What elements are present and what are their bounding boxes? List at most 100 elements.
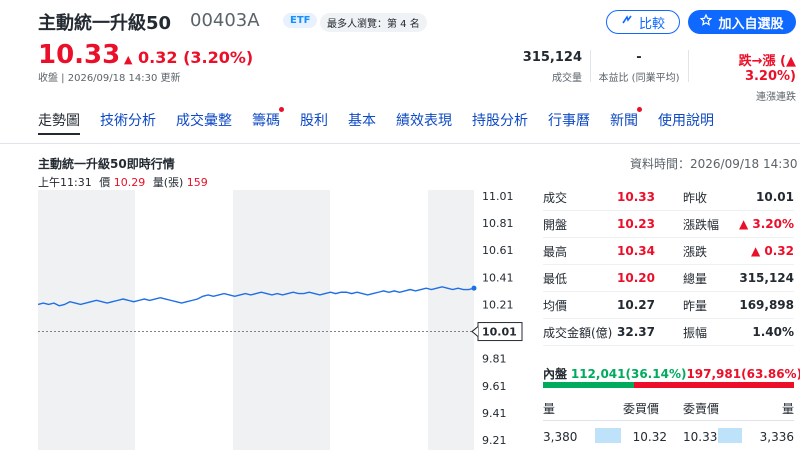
inner-value: 112,041(36.14%) xyxy=(570,367,687,381)
stat-label: 本益比 (同業平均) xyxy=(598,73,680,84)
reference-label: 10.01 xyxy=(482,326,517,339)
outer-value: 197,981(63.86%) xyxy=(686,367,800,381)
add-watchlist-button[interactable]: 加入自選股 xyxy=(688,10,796,34)
tab-6[interactable]: 績效表現 xyxy=(396,110,452,130)
quote-value: 10.20 xyxy=(617,271,655,285)
quote-label: 開盤 xyxy=(543,217,568,232)
star-icon xyxy=(700,13,713,30)
stock-name: 主動統一升級50 xyxy=(38,13,172,34)
y-tick-label: 11.01 xyxy=(482,190,514,203)
quote-value: ▲ 0.32 xyxy=(750,244,794,258)
current-price: 10.33 xyxy=(38,40,121,70)
divider xyxy=(688,50,689,82)
quote-value: 169,898 xyxy=(739,298,794,312)
time-band xyxy=(428,190,474,450)
add-watchlist-label: 加入自選股 xyxy=(718,16,784,32)
quote-value: 32.37 xyxy=(617,325,655,339)
compare-label: 比較 xyxy=(638,16,665,32)
quote-label: 最低 xyxy=(543,271,568,286)
ask-price-header: 委賣價 xyxy=(683,402,720,416)
quote-table: 成交 10.33 昨收 10.01 開盤 10.23 漲跌幅 ▲ 3.20% 最高 10.34 漲跌… xyxy=(543,184,794,346)
tab-7[interactable]: 持股分析 xyxy=(472,110,528,130)
time-band xyxy=(38,190,135,450)
quote-label: 總量 xyxy=(683,271,708,286)
quote-value: 10.01 xyxy=(756,190,794,204)
stat-pe: - 本益比 (同業平均) xyxy=(594,50,684,84)
inner-bar xyxy=(543,382,634,388)
y-tick-label: 9.21 xyxy=(482,434,507,447)
rank-badge: 最多人瀏覽：第 4 名 xyxy=(320,13,427,32)
quote-value: 10.34 xyxy=(617,244,655,258)
up-triangle-icon: ▲ xyxy=(124,53,133,66)
hover-info: 上午11:31 價 10.29 量(張) 159 xyxy=(38,174,208,190)
stat-value: 315,124 xyxy=(522,50,582,65)
bidask-summary: 內盤 112,041(36.14%) 197,981(63.86%) 外盤 xyxy=(543,365,800,382)
quote-value: 10.33 xyxy=(617,190,655,204)
divider xyxy=(590,50,591,82)
hover-price: 10.29 xyxy=(113,176,146,189)
tab-0[interactable]: 走勢圖 xyxy=(38,110,80,130)
time-band xyxy=(233,190,330,450)
y-tick-label: 10.61 xyxy=(482,244,514,257)
quote-label: 漲跌 xyxy=(683,244,708,259)
quote-value: ▲ 3.20% xyxy=(738,217,794,231)
stat-streak: 跌→漲 (▲ 3.20%) 連漲連跌 xyxy=(690,50,796,103)
row-divider xyxy=(543,345,794,346)
quote-label: 振幅 xyxy=(683,325,708,340)
stat-volume: 315,124 成交量 xyxy=(510,50,582,84)
ask-volume: 3,336 xyxy=(759,430,794,444)
y-tick-label: 9.41 xyxy=(482,407,507,420)
stat-value: 跌→漲 (▲ 3.20%) xyxy=(738,54,796,84)
data-time: 資料時間：2026/09/18 14:30 xyxy=(630,157,798,171)
etf-badge: ETF xyxy=(283,13,318,28)
tab-2[interactable]: 成交彙整 xyxy=(176,110,232,130)
hover-time: 上午11:31 xyxy=(38,176,92,189)
quote-value: 10.23 xyxy=(617,217,655,231)
intraday-chart[interactable]: 11.01 10.81 10.61 10.41 10.21 9.81 9.61 9.41 9.2… xyxy=(38,190,538,450)
price-change: ▲ 0.32 (3.20%) xyxy=(124,48,253,67)
quote-label: 漲跌幅 xyxy=(683,217,720,232)
ask-price: 10.33 xyxy=(683,430,718,444)
quote-value: 315,124 xyxy=(739,271,794,285)
quote-label: 最高 xyxy=(543,244,568,259)
ask-volume-bar xyxy=(718,428,742,443)
tab-8[interactable]: 行事曆 xyxy=(548,110,590,130)
ask-vol-header: 量 xyxy=(781,402,794,416)
quote-label: 昨量 xyxy=(683,298,708,313)
quote-value: 1.40% xyxy=(752,325,794,339)
hover-vol-label: 量(張) xyxy=(152,176,184,189)
tab-3[interactable]: 籌碼 xyxy=(252,107,284,130)
last-price-dot xyxy=(471,285,477,291)
update-status: 收盤 | 2026/09/18 14:30 更新 xyxy=(38,73,181,84)
tab-10[interactable]: 使用說明 xyxy=(658,110,714,130)
stat-label: 成交量 xyxy=(552,73,582,84)
inner-label: 內盤 xyxy=(543,367,568,381)
stat-label: 連漲連跌 xyxy=(756,92,796,103)
stock-code: 00403A xyxy=(190,10,260,31)
active-tab-indicator xyxy=(38,133,80,135)
bid-vol-header: 量 xyxy=(543,402,556,416)
outer-bar xyxy=(633,382,794,388)
notification-dot xyxy=(637,107,642,112)
chart-title: 主動統一升級50即時行情 xyxy=(38,157,175,171)
y-tick-label: 9.81 xyxy=(482,353,507,366)
tab-4[interactable]: 股利 xyxy=(300,110,328,130)
tab-bar: 走勢圖 技術分析 成交彙整 籌碼 股利 基本 績效表現 持股分析 行事曆 新聞 使用說明 xyxy=(38,107,734,130)
tab-1[interactable]: 技術分析 xyxy=(100,110,156,130)
y-tick-label: 10.21 xyxy=(482,298,514,311)
quote-label: 均價 xyxy=(543,298,568,313)
hover-price-label: 價 xyxy=(99,176,111,189)
tab-9[interactable]: 新聞 xyxy=(610,107,642,130)
tab-5[interactable]: 基本 xyxy=(348,110,376,130)
notification-dot xyxy=(279,107,284,112)
divider xyxy=(543,420,794,421)
quote-label: 成交 xyxy=(543,190,568,205)
y-tick-label: 10.41 xyxy=(482,271,514,284)
quote-value: 10.27 xyxy=(617,298,655,312)
divider xyxy=(0,143,800,144)
bid-price-header: 委買價 xyxy=(623,402,660,416)
bid-volume-bar xyxy=(595,428,621,443)
bid-price: 10.32 xyxy=(632,430,667,444)
compare-button[interactable]: 比較 xyxy=(606,10,680,34)
inner-outer-left: 內盤 112,041(36.14%) xyxy=(543,365,686,382)
